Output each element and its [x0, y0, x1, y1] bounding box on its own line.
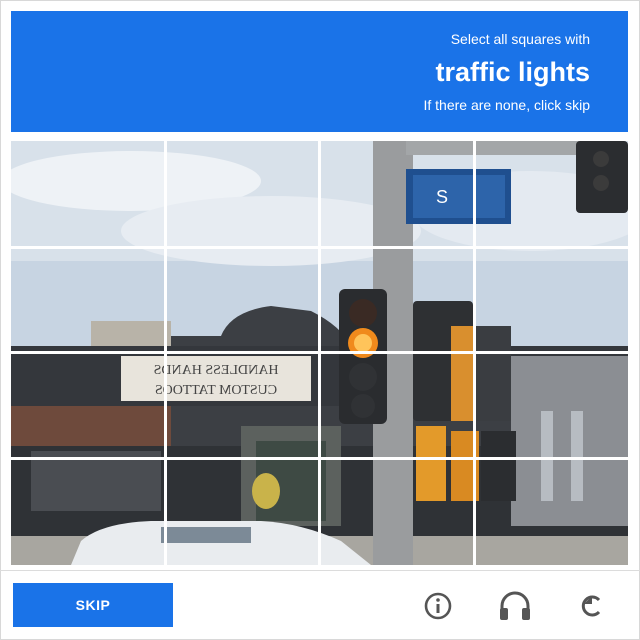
grid-tile[interactable] [319, 353, 474, 459]
skip-button[interactable]: SKIP [13, 583, 173, 627]
grid-tile[interactable] [319, 141, 474, 247]
grid-tile[interactable] [165, 141, 319, 247]
grid-tile[interactable] [474, 353, 628, 459]
grid-divider [11, 246, 628, 249]
target-object: traffic lights [435, 57, 590, 87]
grid-tile[interactable] [319, 247, 474, 353]
grid-tile[interactable] [11, 459, 165, 565]
footer-divider [0, 570, 640, 571]
grid-divider [11, 457, 628, 460]
grid-tile[interactable] [11, 353, 165, 459]
reload-icon[interactable] [572, 586, 612, 626]
grid-tile[interactable] [474, 141, 628, 247]
challenge-header: Select all squares with traffic lights I… [11, 11, 628, 132]
grid-tile[interactable] [165, 459, 319, 565]
grid-tile[interactable] [319, 459, 474, 565]
headphones-icon[interactable] [495, 586, 535, 626]
instruction-line: Select all squares with [450, 31, 590, 47]
grid-tile[interactable] [474, 459, 628, 565]
grid-tile[interactable] [165, 353, 319, 459]
grid-tile[interactable] [474, 247, 628, 353]
skip-hint: If there are none, click skip [423, 97, 590, 113]
grid-tile[interactable] [165, 247, 319, 353]
info-icon[interactable] [418, 586, 458, 626]
grid-divider [11, 351, 628, 354]
grid-tile[interactable] [11, 247, 165, 353]
image-grid: HANDLESS HANDS CUSTOM TATTOOS S [11, 141, 628, 565]
grid-tile[interactable] [11, 141, 165, 247]
